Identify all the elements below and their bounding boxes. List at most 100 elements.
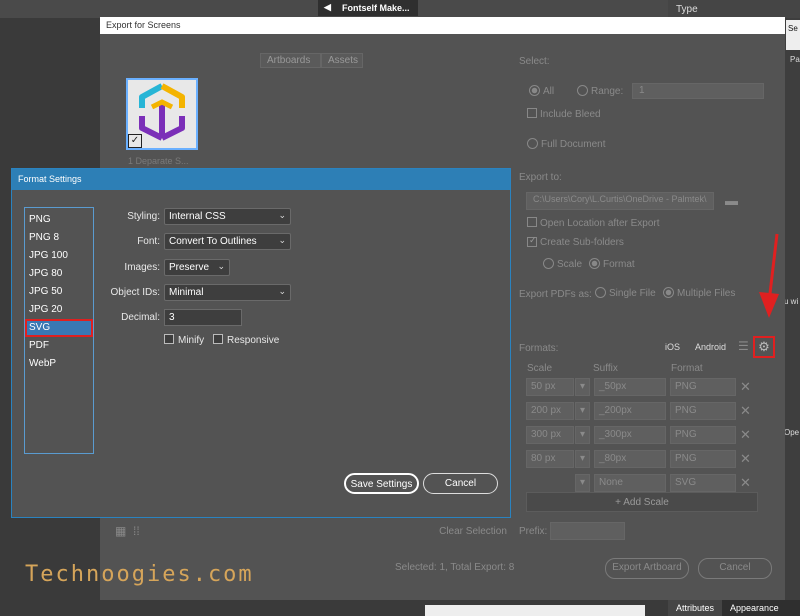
remove-row-icon[interactable]: ✕ — [740, 403, 751, 419]
format-item-jpg100[interactable]: JPG 100 — [25, 247, 93, 265]
format-settings-gear-icon[interactable]: ⚙ — [753, 336, 775, 358]
styling-select[interactable]: Internal CSS ⌄ — [164, 208, 291, 225]
radio-range[interactable]: Range: — [577, 85, 623, 97]
minify-checkbox[interactable]: Minify — [164, 334, 204, 346]
images-select[interactable]: Preserve ⌄ — [164, 259, 230, 276]
scale-input[interactable]: 300 px — [526, 426, 574, 444]
single-file-label: Single File — [609, 288, 656, 299]
create-subfolders-checkbox[interactable]: Create Sub-folders — [527, 237, 624, 248]
list-view-icon[interactable]: ⁞⁞ — [133, 524, 140, 538]
format-select[interactable]: PNG — [670, 450, 736, 468]
radio-all-icon — [529, 85, 540, 96]
clear-selection-button[interactable]: Clear Selection — [435, 523, 511, 541]
multiple-files-icon — [663, 287, 674, 298]
dialog-title: Format Settings — [12, 169, 510, 190]
right-panel-white: Se — [786, 20, 800, 50]
tab-artboards[interactable]: Artboards — [260, 53, 321, 68]
suffix-input[interactable]: _50px — [594, 378, 666, 396]
format-item-pdf[interactable]: PDF — [25, 337, 93, 355]
export-to-label: Export to: — [519, 172, 562, 183]
font-select[interactable]: Convert To Outlines ⌄ — [164, 233, 291, 250]
scale-dropdown-icon[interactable]: ▾ — [575, 450, 590, 468]
include-bleed-box — [527, 108, 537, 118]
prefix-input[interactable] — [550, 522, 625, 540]
watermark-text: Technoogies.com — [25, 562, 254, 587]
format-select[interactable]: PNG — [670, 402, 736, 420]
cancel-button[interactable]: Cancel — [698, 558, 772, 579]
radio-single-file[interactable]: Single File — [595, 287, 656, 299]
scale-input[interactable]: 50 px — [526, 378, 574, 396]
remove-row-icon[interactable]: ✕ — [740, 379, 751, 395]
bottom-panel-tabs: Attributes Appearance — [668, 600, 800, 616]
radio-format-label: Format — [603, 259, 635, 270]
dialog-cancel-button[interactable]: Cancel — [423, 473, 498, 494]
remove-row-icon[interactable]: ✕ — [740, 451, 751, 467]
export-path-field[interactable]: C:\Users\Cory\L.Curtis\OneDrive - Palmte… — [526, 192, 714, 210]
formats-label: Formats: — [519, 343, 559, 354]
add-scale-button[interactable]: + Add Scale — [526, 492, 758, 512]
export-artboard-button[interactable]: Export Artboard — [605, 558, 689, 579]
suffix-input[interactable]: _300px — [594, 426, 666, 444]
tab-assets[interactable]: Assets — [321, 53, 363, 68]
prefix-label: Prefix: — [519, 526, 548, 537]
format-item-jpg20[interactable]: JPG 20 — [25, 301, 93, 319]
radio-all-label: All — [543, 86, 555, 97]
decimal-input[interactable]: 3 — [164, 309, 242, 326]
folder-icon[interactable]: ▬ — [725, 193, 738, 208]
format-item-jpg80[interactable]: JPG 80 — [25, 265, 93, 283]
object-ids-select[interactable]: Minimal ⌄ — [164, 284, 291, 301]
format-row: 80 px ▾ _80px PNG ✕ — [526, 450, 758, 469]
font-value: Convert To Outlines — [169, 236, 257, 247]
col-format: Format — [671, 363, 703, 374]
scale-input[interactable]: 200 px — [526, 402, 574, 420]
scale-dropdown-icon[interactable]: ▾ — [575, 426, 590, 444]
format-item-png8[interactable]: PNG 8 — [25, 229, 93, 247]
tab-attributes[interactable]: Attributes — [668, 600, 723, 616]
status-text: Selected: 1, Total Export: 8 — [395, 562, 515, 573]
radio-scale-icon — [543, 258, 554, 269]
format-item-svg[interactable]: SVG — [25, 319, 93, 337]
format-item-png[interactable]: PNG — [25, 211, 93, 229]
radio-scale[interactable]: Scale — [543, 258, 582, 270]
format-select[interactable]: SVG — [670, 474, 736, 492]
tab-appearance[interactable]: Appearance — [722, 600, 787, 616]
responsive-checkbox[interactable]: Responsive — [213, 334, 279, 346]
remove-row-icon[interactable]: ✕ — [740, 475, 751, 491]
document-tab[interactable]: ◀ Fontself Make... — [318, 0, 418, 16]
grid-view-icon[interactable]: ▦ — [115, 524, 126, 538]
include-bleed-label: Include Bleed — [540, 109, 601, 120]
format-row: 200 px ▾ _200px PNG ✕ — [526, 402, 758, 421]
suffix-input[interactable]: _80px — [594, 450, 666, 468]
scale-input[interactable]: 80 px — [526, 450, 574, 468]
right-strip-text-4: Ope — [784, 428, 800, 437]
radio-full-document[interactable]: Full Document — [527, 138, 605, 150]
radio-multiple-files[interactable]: Multiple Files — [663, 287, 735, 299]
remove-row-icon[interactable]: ✕ — [740, 427, 751, 443]
format-row: 50 px ▾ _50px PNG ✕ — [526, 378, 758, 397]
chevron-down-icon: ⌄ — [278, 235, 286, 245]
full-document-icon — [527, 138, 538, 149]
right-strip-text-1: Se — [788, 24, 798, 33]
format-item-jpg50[interactable]: JPG 50 — [25, 283, 93, 301]
range-input[interactable]: 1 — [632, 83, 764, 99]
artboard-checkbox[interactable]: ✓ — [128, 134, 142, 148]
open-location-checkbox[interactable]: Open Location after Export — [527, 217, 660, 229]
format-select[interactable]: PNG — [670, 378, 736, 396]
format-item-webp[interactable]: WebP — [25, 355, 93, 373]
radio-range-icon — [577, 85, 588, 96]
radio-all[interactable]: All — [529, 85, 554, 97]
save-settings-button[interactable]: Save Settings — [344, 473, 419, 494]
scale-dropdown-icon[interactable]: ▾ — [575, 474, 590, 492]
scale-dropdown-icon[interactable]: ▾ — [575, 402, 590, 420]
suffix-input[interactable]: _200px — [594, 402, 666, 420]
ios-button[interactable]: iOS — [665, 342, 680, 352]
multiple-files-label: Multiple Files — [677, 288, 736, 299]
scale-dropdown-icon[interactable]: ▾ — [575, 378, 590, 396]
include-bleed-checkbox[interactable]: Include Bleed — [527, 108, 601, 120]
android-button[interactable]: Android — [695, 342, 726, 352]
export-pdfs-label: Export PDFs as: — [519, 289, 592, 300]
radio-format[interactable]: Format — [589, 258, 635, 270]
format-select[interactable]: PNG — [670, 426, 736, 444]
suffix-input[interactable]: None — [594, 474, 666, 492]
list-icon[interactable]: ☰ — [738, 339, 749, 353]
